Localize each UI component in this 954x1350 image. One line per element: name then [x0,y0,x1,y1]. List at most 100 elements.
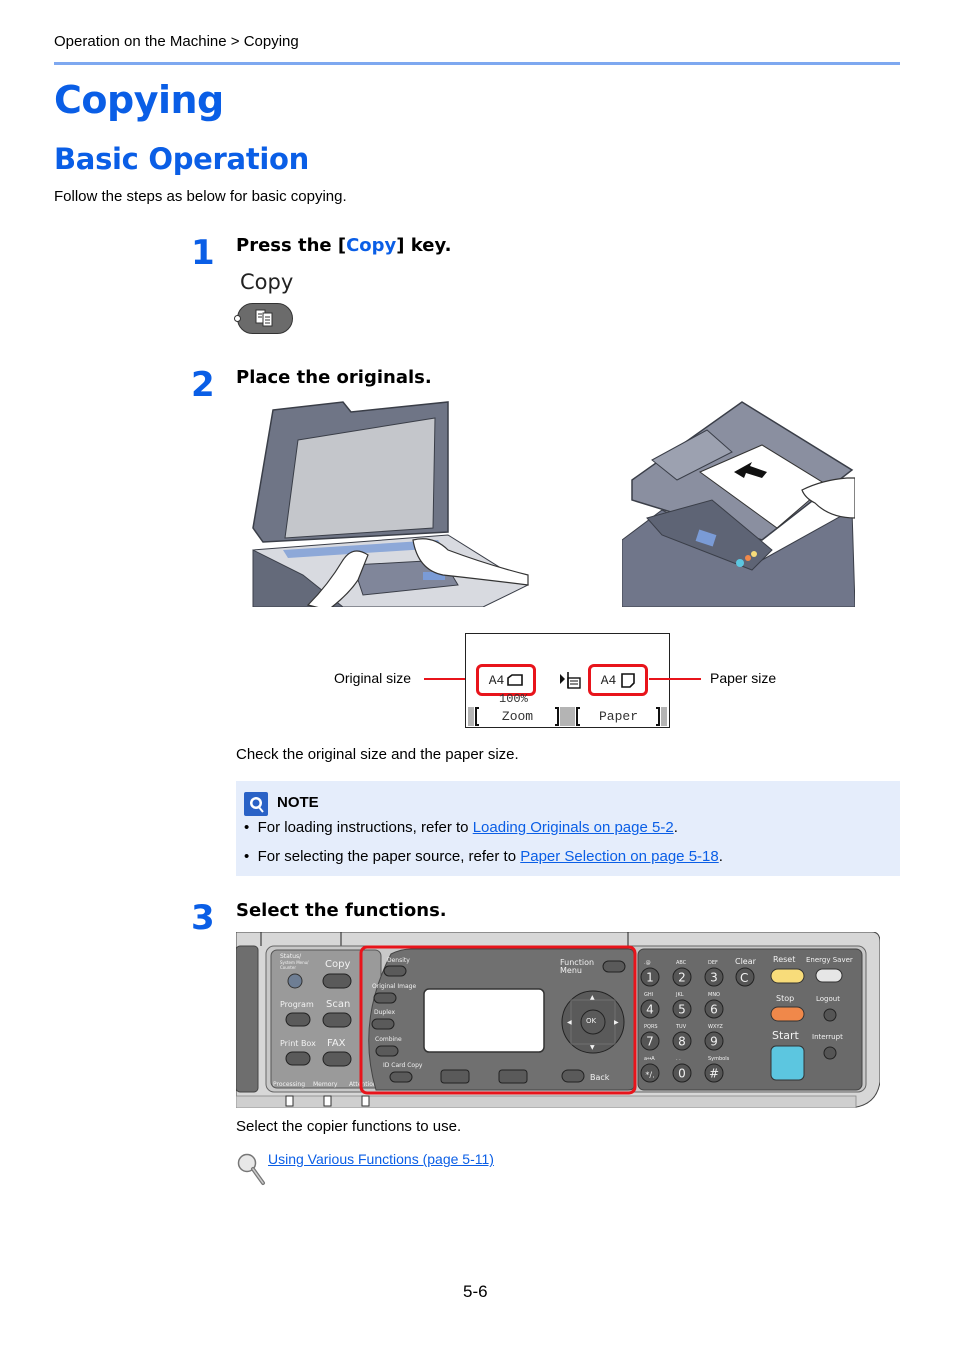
softkey-zoom[interactable]: Zoom [480,707,555,726]
keypad-sub-label: MNO [708,992,720,998]
keypad-sub-label: TUV [675,1024,687,1030]
bullet: • [244,848,258,865]
softkey-shade [661,707,667,726]
original-size-value: A4 [488,672,505,688]
header-divider [54,62,900,65]
combine-label: Combine [375,1036,402,1043]
zoom-value: 100% [499,692,528,706]
keypad-sub-label: Symbols [708,1056,730,1062]
copy-key [234,303,293,334]
loading-originals-link[interactable]: Loading Originals on page 5-2 [473,819,674,836]
fax-label: FAX [327,1038,346,1049]
energy-saver-label: Energy Saver [806,956,853,964]
document-processor-illustration [622,401,855,607]
keypad-key-glyph: 6 [710,1003,718,1017]
status-key[interactable] [287,973,303,989]
keypad-key-glyph: # [709,1067,719,1081]
up-arrow-icon[interactable]: ▲ [590,994,595,1001]
stop-key[interactable] [770,1006,805,1022]
paper-size-box: A4 [588,664,648,696]
back-key[interactable] [561,1069,585,1083]
keypad-sub-label: JKL [675,992,684,998]
bracket-right [555,707,559,726]
interrupt-key[interactable] [823,1046,837,1060]
bullet: • [244,819,258,836]
note-title: NOTE [277,794,319,811]
left-arrow-icon[interactable]: ◀ [567,1019,572,1026]
duplex-key[interactable] [371,1018,395,1030]
keypad-sub-label: PQRS [644,1024,658,1030]
keypad-sub-label: . . [676,1056,681,1062]
logout-key[interactable] [823,1008,837,1022]
scan-key[interactable] [322,1012,352,1028]
keypad-key-glyph: */. [645,1071,654,1080]
keypad-key-glyph: 9 [710,1035,718,1049]
reset-key[interactable] [770,968,805,984]
paper-size-value: A4 [600,672,617,688]
keypad-key-glyph: 4 [646,1003,654,1017]
keypad-key-glyph: 8 [678,1035,686,1049]
start-key[interactable] [770,1045,805,1081]
logout-label: Logout [816,995,840,1003]
print-box-label: Print Box [280,1039,316,1048]
page-title: Copying [54,78,224,122]
copy-key-label: Copy [240,270,294,294]
copy-panel-label: Copy [325,959,350,970]
left-softkey[interactable] [440,1069,470,1084]
step-number-2: 2 [191,365,215,405]
indicator-tab [285,1095,294,1107]
bracket-left [576,707,580,726]
program-key[interactable] [285,1012,311,1027]
copy-panel-key[interactable] [322,973,352,989]
print-box-key[interactable] [285,1051,311,1066]
softkey-shade [468,707,474,726]
keypad-sub-label: .@ [644,960,651,966]
start-label: Start [772,1029,800,1042]
keypad-sub-label: WXYZ [708,1024,723,1030]
step-number-1: 1 [191,233,215,273]
energy-saver-key[interactable] [815,968,843,983]
function-menu-key[interactable] [602,960,626,973]
led-indicator-icon [234,315,241,322]
paper-selection-link[interactable]: Paper Selection on page 5-18 [520,848,718,865]
keypad-key-glyph: 5 [678,1003,686,1017]
id-card-copy-label: ID Card Copy [383,1062,423,1069]
step-title-2: Place the originals. [236,367,432,388]
keypad-sub-label: ABC [676,960,687,966]
step-title-1: Press the [Copy] key. [236,235,451,256]
combine-key[interactable] [375,1045,399,1057]
page-number: 5-6 [463,1282,488,1301]
original-image-key[interactable] [373,992,397,1004]
fax-key[interactable] [322,1051,352,1067]
note-item: • For loading instructions, refer to Loa… [244,819,678,836]
note-box: NOTE • For loading instructions, refer t… [236,781,900,876]
step-title-prefix: Press the [ [236,235,347,256]
keypad-sub-label: GHI [644,992,653,998]
reset-label: Reset [773,955,795,964]
magnifier-reference-icon [237,1153,265,1185]
down-arrow-icon[interactable]: ▼ [590,1044,595,1051]
paper-source-icon [560,672,581,689]
back-label: Back [590,1073,610,1082]
interrupt-label: Interrupt [812,1033,843,1041]
operation-panel-illustration: Status/ System Menu/ Counter Copy Progra… [236,932,880,1108]
paper-size-callout-line [649,678,701,680]
status-key-label: Status/ [280,953,302,960]
step-title-key: Copy [346,235,397,256]
keypad-key-glyph: 0 [678,1067,686,1081]
note-item-text: For loading instructions, refer to [257,819,473,836]
right-softkey[interactable] [498,1069,528,1084]
indicator-tab [323,1095,332,1107]
id-card-copy-key[interactable] [389,1071,413,1083]
using-various-functions-link[interactable]: Using Various Functions (page 5-11) [268,1151,494,1167]
clear-key-glyph: C [740,971,748,985]
platen-glass-illustration [252,401,530,607]
density-key[interactable] [383,965,407,977]
memory-indicator: Memory [313,1081,338,1088]
density-label: Density [387,957,410,964]
keypad-sub-label: DEF [708,960,718,966]
right-arrow-icon[interactable]: ▶ [614,1019,619,1026]
duplex-label: Duplex [374,1009,395,1016]
bracket-right [656,707,660,726]
softkey-paper[interactable]: Paper [581,707,656,726]
